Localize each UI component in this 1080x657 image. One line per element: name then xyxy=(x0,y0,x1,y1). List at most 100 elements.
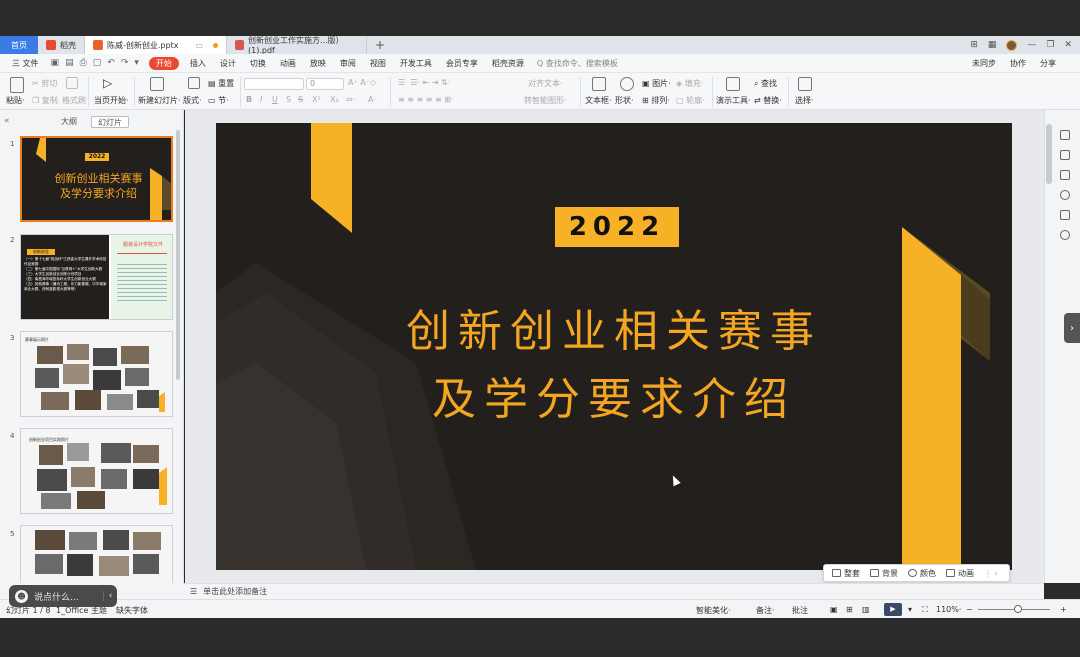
bullets-icon[interactable]: ☰· ☰· ⇤ ⇥ ⇅· xyxy=(398,78,450,87)
fit-window-icon[interactable]: ⛶ xyxy=(922,605,928,615)
copy-button[interactable]: ❐ 复制 xyxy=(32,95,58,106)
textbox-icon[interactable] xyxy=(592,77,606,91)
comments-button[interactable]: 批注 xyxy=(792,605,808,616)
shape-button[interactable]: 形状· xyxy=(615,95,634,106)
tab-design[interactable]: 设计 xyxy=(213,58,243,69)
location-icon[interactable] xyxy=(1060,230,1070,240)
format-painter-icon[interactable] xyxy=(66,77,78,89)
section-button[interactable]: ▭ 节· xyxy=(208,95,229,106)
color-button[interactable]: 颜色 xyxy=(908,568,936,579)
slide-thumb-4[interactable]: 创新创业项目实践照片 xyxy=(20,428,173,514)
presentation-tools-icon[interactable] xyxy=(726,77,740,91)
year-tag[interactable]: 2022 xyxy=(555,207,679,247)
record-icon[interactable] xyxy=(1060,210,1070,220)
full-set-button[interactable]: 整套 xyxy=(832,568,860,579)
undo-icon[interactable]: ↶ xyxy=(107,58,115,68)
play-options-icon[interactable]: ▾ xyxy=(908,605,912,614)
slide-editing-canvas[interactable]: 2022 创新创业相关赛事 及学分要求介绍 整套 背景 颜色 动画 ⋮ › xyxy=(185,110,1044,583)
tab-daoke-resources[interactable]: 稻壳资源 xyxy=(485,58,531,69)
bold-icon[interactable]: B xyxy=(246,95,252,104)
slide-title-line2[interactable]: 及学分要求介绍 xyxy=(216,363,1012,427)
notes-toggle-button[interactable]: 备注· xyxy=(756,605,775,616)
redo-icon[interactable]: ↷ xyxy=(121,58,129,68)
zoom-slider-knob[interactable] xyxy=(1014,605,1022,613)
expand-pane-button[interactable]: › xyxy=(1064,313,1080,343)
tab-start[interactable]: 开始 xyxy=(148,56,179,70)
fill-button[interactable]: ◈ 填充· xyxy=(676,78,703,89)
slide-thumb-5[interactable] xyxy=(20,525,173,583)
smart-graphic-button[interactable]: 转智能图形· xyxy=(524,95,567,106)
layout-button[interactable]: 版式· xyxy=(183,95,202,106)
save-icon[interactable]: ▣ xyxy=(51,58,60,68)
play-icon[interactable]: ▷ xyxy=(103,76,112,90)
layout-icon[interactable]: ⊞ xyxy=(970,40,978,50)
superscript-icon[interactable]: X² xyxy=(312,95,321,104)
replace-button[interactable]: ⇄ 替换· xyxy=(754,95,782,106)
sorter-view-icon[interactable]: ⊞ xyxy=(846,605,853,614)
tab-member[interactable]: 会员专享 xyxy=(439,58,485,69)
export-pdf-icon[interactable]: ▤ xyxy=(65,58,74,68)
chevron-left-icon[interactable]: ‹ xyxy=(103,591,117,601)
clear-format-icon[interactable]: ◇ xyxy=(370,78,376,87)
layout-icon[interactable] xyxy=(188,77,200,89)
zoom-in-button[interactable]: + xyxy=(1060,605,1067,614)
arrange-button[interactable]: ⊞ 排列· xyxy=(642,95,670,106)
cut-button[interactable]: ✂ 剪切 xyxy=(32,78,57,89)
close-icon[interactable]: ✕ xyxy=(1064,40,1072,50)
select-button[interactable]: 选择· xyxy=(795,95,814,106)
font-family-select[interactable] xyxy=(244,78,304,90)
textbox-button[interactable]: 文本框· xyxy=(585,95,612,106)
find-button[interactable]: ⌕ 查找 xyxy=(754,78,777,89)
current-slide[interactable]: 2022 创新创业相关赛事 及学分要求介绍 xyxy=(216,123,1012,570)
new-slide-icon[interactable] xyxy=(150,77,164,91)
shape-icon[interactable] xyxy=(620,77,634,91)
tab-pptx[interactable]: 陈威-创新创业.pptx ▭ xyxy=(85,36,227,54)
tab-pdf[interactable]: 创新创业工作实施方...版）(1).pdf xyxy=(227,36,367,55)
minimize-icon[interactable]: — xyxy=(1027,40,1036,50)
tab-transition[interactable]: 切换 xyxy=(243,58,273,69)
animation-button[interactable]: 动画 xyxy=(946,568,974,579)
notes-bar[interactable]: ☰ 单击此处添加备注 xyxy=(184,583,1044,599)
new-tab-button[interactable]: + xyxy=(367,36,393,54)
slide-thumb-3[interactable]: 赛事展示照片 xyxy=(20,331,173,417)
file-menu[interactable]: 三 文件 xyxy=(6,58,45,69)
new-slide-button[interactable]: 新建幻灯片· xyxy=(138,95,181,106)
command-search[interactable]: Q 查找命令、搜索模板 xyxy=(537,58,618,69)
preview-icon[interactable]: ▢ xyxy=(93,58,102,68)
missing-font-button[interactable]: 缺失字体 xyxy=(116,605,148,616)
background-button[interactable]: 背景 xyxy=(870,568,898,579)
select-icon[interactable] xyxy=(798,77,812,91)
properties-icon[interactable] xyxy=(1060,130,1070,140)
share-button[interactable]: 分享 xyxy=(1040,58,1056,69)
slide-thumb-2[interactable]: 创新创业 （一）第十七届"挑战杯"江西省大学生课外学术科技作品竞赛 （二）第七届… xyxy=(20,234,173,320)
collaborate-button[interactable]: 协作 xyxy=(1010,58,1026,69)
chat-input-bubble[interactable]: ☻ 说点什么... ‹ xyxy=(9,585,117,607)
outline-button[interactable]: ▢ 轮廓· xyxy=(676,95,705,106)
align-text-button[interactable]: 对齐文本· xyxy=(528,78,563,89)
thumbnail-scrollbar[interactable] xyxy=(176,130,180,380)
format-painter-button[interactable]: 格式刷 xyxy=(62,95,86,106)
slide-title-line1[interactable]: 创新创业相关赛事 xyxy=(216,295,1012,359)
restore-icon[interactable]: ❐ xyxy=(1046,40,1054,50)
reading-view-icon[interactable]: ▥ xyxy=(862,605,870,614)
zoom-level[interactable]: 110%· xyxy=(936,605,961,614)
font-color-icon[interactable]: A· xyxy=(368,95,376,104)
tab-animation[interactable]: 动画 xyxy=(273,58,303,69)
zoom-out-button[interactable]: − xyxy=(966,605,973,614)
char-spacing-icon[interactable]: ⇔· xyxy=(346,95,355,104)
reset-button[interactable]: ▤ 重置 xyxy=(208,78,234,89)
normal-view-icon[interactable]: ▣ xyxy=(830,605,838,614)
help-icon[interactable] xyxy=(1060,190,1070,200)
tab-outline[interactable]: 大纲 xyxy=(55,116,83,128)
font-size-select[interactable]: 0 xyxy=(306,78,344,90)
slideshow-play-button[interactable]: ▶ xyxy=(884,603,902,616)
from-current-button[interactable]: 当页开始· xyxy=(94,95,129,106)
canvas-scrollbar[interactable] xyxy=(1046,124,1052,184)
home-tab[interactable]: 首页 xyxy=(0,36,38,54)
tab-slideshow[interactable]: 放映 xyxy=(303,58,333,69)
magic-icon[interactable] xyxy=(1060,150,1070,160)
underline-icon[interactable]: U xyxy=(272,95,278,104)
grid-icon[interactable]: ▦ xyxy=(988,40,997,50)
presentation-tools-button[interactable]: 演示工具· xyxy=(716,95,751,106)
print-icon[interactable]: ⎙ xyxy=(80,58,87,68)
